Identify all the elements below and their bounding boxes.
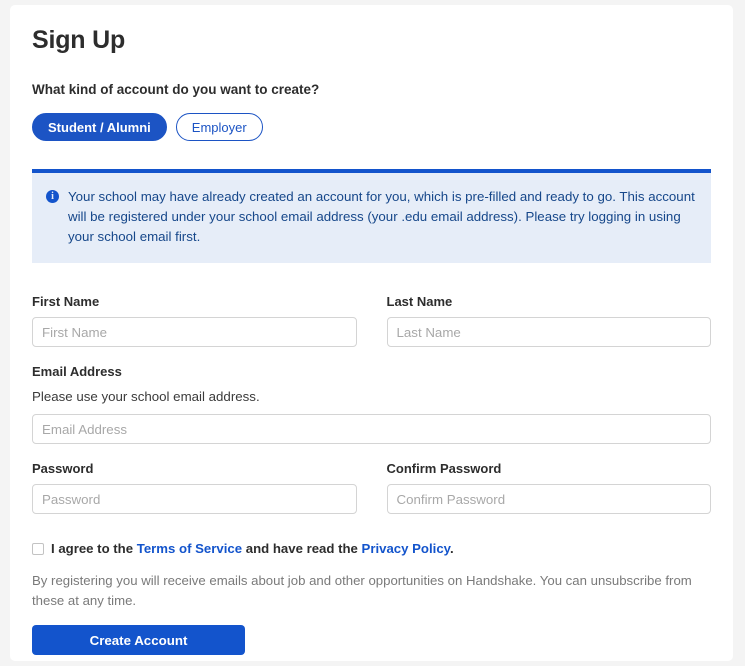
confirm-password-input[interactable] [386, 484, 711, 514]
last-name-label: Last Name [386, 294, 453, 309]
agreement-row: I agree to the Terms of Service and have… [32, 540, 711, 558]
first-name-field-group: First Name [32, 293, 357, 347]
password-row: Password Confirm Password [32, 460, 711, 514]
agreement-text: I agree to the Terms of Service and have… [51, 540, 454, 558]
email-field-group: Email Address Please use your school ema… [32, 363, 711, 444]
signup-form: First Name Last Name Email Address Pleas… [32, 293, 711, 655]
info-alert-text: Your school may have already created an … [68, 189, 695, 244]
agree-terms-checkbox[interactable] [32, 543, 44, 555]
info-alert: i Your school may have already created a… [32, 169, 711, 263]
email-help-text: Please use your school email address. [32, 389, 260, 404]
signup-card: Sign Up What kind of account do you want… [10, 5, 733, 661]
email-label: Email Address [32, 364, 122, 379]
privacy-policy-link[interactable]: Privacy Policy [362, 541, 450, 556]
account-type-employer-button[interactable]: Employer [175, 113, 263, 141]
agreement-suffix: . [450, 541, 454, 556]
first-name-input[interactable] [32, 317, 357, 347]
agreement-middle: and have read the [245, 541, 358, 556]
terms-of-service-link[interactable]: Terms of Service [137, 541, 242, 556]
first-name-label: First Name [32, 294, 100, 309]
last-name-field-group: Last Name [386, 293, 711, 347]
password-input[interactable] [32, 484, 357, 514]
page-title: Sign Up [32, 26, 126, 54]
confirm-password-label: Confirm Password [386, 461, 502, 476]
password-label: Password [32, 461, 94, 476]
info-icon: i [46, 190, 59, 203]
confirm-password-field-group: Confirm Password [386, 460, 711, 514]
signup-page: Sign Up What kind of account do you want… [0, 0, 745, 666]
account-type-student-alumni-button[interactable]: Student / Alumni [32, 113, 167, 141]
last-name-input[interactable] [386, 317, 711, 347]
account-type-toggle-group: Student / Alumni Employer [32, 113, 711, 141]
agreement-prefix: I agree to the [51, 541, 134, 556]
email-input[interactable] [32, 414, 711, 444]
name-row: First Name Last Name [32, 293, 711, 347]
password-field-group: Password [32, 460, 357, 514]
account-type-question: What kind of account do you want to crea… [32, 82, 320, 97]
registration-disclaimer: By registering you will receive emails a… [32, 573, 692, 608]
create-account-button[interactable]: Create Account [32, 625, 245, 655]
